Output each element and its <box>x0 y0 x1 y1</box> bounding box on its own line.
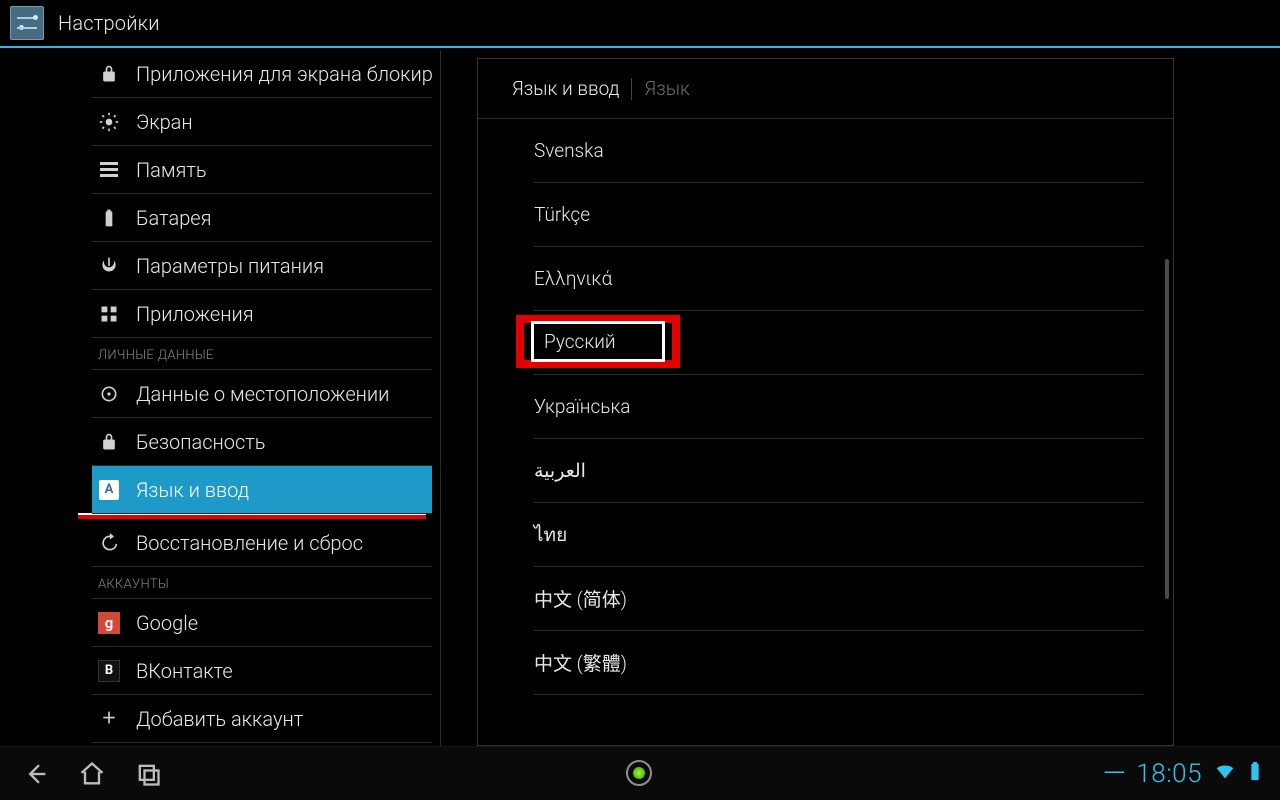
lock-icon <box>98 431 120 453</box>
sidebar-item-location[interactable]: Данные о местоположении <box>92 370 432 418</box>
language-option[interactable]: Türkçe <box>534 183 1143 247</box>
sidebar-item-security[interactable]: Безопасность <box>92 418 432 466</box>
sidebar-item-label: Данные о местоположении <box>136 382 389 406</box>
sidebar-item-google[interactable]: g Google <box>92 599 432 647</box>
language-option[interactable]: Svenska <box>534 119 1143 183</box>
sidebar-item-label: Google <box>136 611 198 635</box>
page-title: Настройки <box>58 11 160 35</box>
language-icon: A <box>98 479 120 501</box>
wifi-icon <box>1214 759 1236 789</box>
sidebar-item-backup-reset[interactable]: Восстановление и сброс <box>92 519 432 567</box>
breadcrumb-page: Язык <box>644 77 689 100</box>
breadcrumb-section: Язык и ввод <box>512 77 619 100</box>
storage-icon <box>98 159 120 181</box>
sidebar-item-lockscreen-apps[interactable]: Приложения для экрана блокировки <box>92 50 432 98</box>
sidebar-item-label: Память <box>136 158 207 182</box>
language-option[interactable]: العربية <box>534 439 1143 503</box>
sidebar-item-label: Безопасность <box>136 430 266 454</box>
status-dash-icon: — <box>1103 756 1127 791</box>
status-clock: 18:05 <box>1136 759 1202 789</box>
restore-icon <box>98 532 120 554</box>
google-icon: g <box>98 612 120 634</box>
language-label: Türkçe <box>534 203 590 226</box>
section-accounts: АККАУНТЫ <box>92 567 432 599</box>
language-option[interactable]: Українська <box>534 375 1143 439</box>
sidebar-item-label: Параметры питания <box>136 254 324 278</box>
language-option[interactable]: 中文 (简体) <box>534 567 1143 631</box>
sidebar-item-vk[interactable]: B ВКонтакте <box>92 647 432 695</box>
sidebar-item-storage[interactable]: Память <box>92 146 432 194</box>
sidebar-item-label: Восстановление и сброс <box>136 531 363 555</box>
sidebar-item-label: Батарея <box>136 206 212 230</box>
language-label: العربية <box>534 459 586 482</box>
sidebar-item-power[interactable]: Параметры питания <box>92 242 432 290</box>
battery-icon <box>98 207 120 229</box>
language-label: Українська <box>534 395 630 418</box>
sidebar-item-label: Экран <box>136 110 193 134</box>
breadcrumb: Язык и ввод Язык <box>478 59 1173 119</box>
nav-recent-button[interactable] <box>126 752 170 796</box>
battery-icon <box>1244 759 1266 789</box>
system-navbar: — 18:05 <box>0 746 1280 800</box>
sidebar-item-label: Добавить аккаунт <box>136 707 303 731</box>
sidebar-item-add-account[interactable]: ＋ Добавить аккаунт <box>92 695 432 743</box>
nav-center-indicator <box>626 760 654 788</box>
sidebar-item-label: Приложения для экрана блокировки <box>136 62 432 86</box>
detail-pane: Язык и ввод Язык Svenska Türkçe Ελληνικά <box>440 50 1280 746</box>
language-label: Ελληνικά <box>534 267 612 290</box>
plus-icon: ＋ <box>98 708 120 730</box>
language-label: ไทย <box>534 520 567 550</box>
power-icon <box>98 255 120 277</box>
language-list: Svenska Türkçe Ελληνικά Русский <box>478 119 1173 695</box>
language-label: 中文 (简体) <box>534 585 627 612</box>
section-personal: ЛИЧНЫЕ ДАННЫЕ <box>92 338 432 370</box>
brightness-icon <box>98 111 120 133</box>
scrollbar[interactable] <box>1165 259 1169 599</box>
language-option[interactable]: ไทย <box>534 503 1143 567</box>
target-icon <box>98 383 120 405</box>
language-label: 中文 (繁體) <box>534 649 627 676</box>
sidebar-item-label: Язык и ввод <box>136 478 249 502</box>
language-option-highlighted[interactable]: Русский <box>534 311 1143 375</box>
sidebar-item-apps[interactable]: Приложения <box>92 290 432 338</box>
sidebar-item-battery[interactable]: Батарея <box>92 194 432 242</box>
sidebar-item-language-input[interactable]: A Язык и ввод <box>92 466 432 514</box>
settings-app-icon <box>10 6 44 40</box>
language-label: Svenska <box>534 139 604 162</box>
sidebar-item-label: ВКонтакте <box>136 659 233 683</box>
status-tray[interactable]: — 18:05 <box>1103 756 1266 791</box>
lock-icon <box>98 63 120 85</box>
language-option[interactable]: 中文 (繁體) <box>534 631 1143 695</box>
annotation-frame: Русский <box>516 315 680 368</box>
nav-home-button[interactable] <box>70 752 114 796</box>
sidebar-item-display[interactable]: Экран <box>92 98 432 146</box>
language-label: Русский <box>531 321 665 362</box>
vk-icon: B <box>98 660 120 682</box>
language-option[interactable]: Ελληνικά <box>534 247 1143 311</box>
breadcrumb-separator <box>631 78 632 100</box>
settings-sidebar: Приложения для экрана блокировки Экран П… <box>0 50 440 746</box>
nav-back-button[interactable] <box>14 752 58 796</box>
apps-icon <box>98 303 120 325</box>
sidebar-item-label: Приложения <box>136 302 254 326</box>
